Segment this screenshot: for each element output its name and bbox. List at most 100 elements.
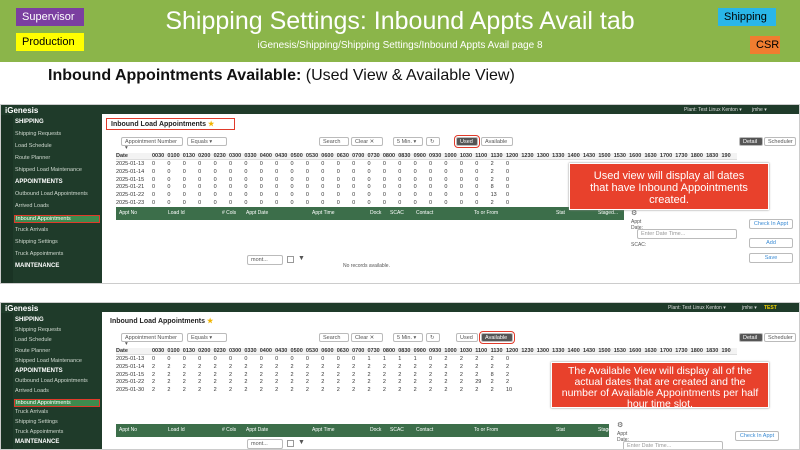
- sidebar-item-outbound-load-appointments[interactable]: Outbound Load Appointments: [15, 378, 88, 384]
- used-button[interactable]: Used: [456, 333, 478, 342]
- sidebar-item-shipped-load-maintenance[interactable]: Shipped Load Maintenance: [15, 167, 82, 173]
- check-in-appt-button[interactable]: Check In Appt: [735, 431, 779, 441]
- sidebar-item-truck-appointments[interactable]: Truck Appointments: [15, 429, 63, 435]
- list-col-appt-date[interactable]: Appt Date: [246, 210, 268, 216]
- month-filter-input[interactable]: mont...: [247, 439, 283, 449]
- list-col-appt-no[interactable]: Appt No: [119, 210, 137, 216]
- list-col-stat[interactable]: Stat: [556, 427, 565, 433]
- grid-row[interactable]: 2025-01-22 0 0 0 0 0 0 0 0 0 0 0 0 0 0 0 0 0 0 0 0 0 0 13 0: [116, 192, 521, 198]
- search-button[interactable]: Search: [319, 333, 349, 342]
- sidebar-item-truck-arrivals[interactable]: Truck Arrivals: [15, 227, 48, 233]
- user-menu[interactable]: jmhe ▾: [742, 305, 757, 311]
- user-menu[interactable]: jmhe ▾: [752, 107, 767, 113]
- sidebar-item-inbound-appointments[interactable]: Inbound Appointments: [14, 398, 100, 407]
- sidebar-item-shipping-settings[interactable]: Shipping Settings: [15, 419, 58, 425]
- list-col-staged-[interactable]: Staged...: [598, 427, 618, 433]
- available-button[interactable]: Available: [479, 331, 515, 344]
- search-button[interactable]: Search: [319, 137, 349, 146]
- list-col-contact[interactable]: Contact: [416, 210, 433, 216]
- sidebar-item-appointments[interactable]: APPOINTMENTS: [15, 179, 63, 185]
- grid-row[interactable]: 2025-01-30 2 2 2 2 2 2 2 2 2 2 2 2 2 2 2 2 2 2 2 2 2 2 2 10: [116, 387, 521, 393]
- used-button[interactable]: Used: [454, 135, 480, 148]
- field-button[interactable]: Appointment Number ▾: [121, 333, 183, 347]
- sidebar-item-load-schedule[interactable]: Load Schedule: [15, 143, 52, 149]
- grid-row[interactable]: 2025-01-15 2 2 2 2 2 2 2 2 2 2 2 2 2 2 2 2 2 2 2 2 2 2 8 2: [116, 372, 521, 378]
- op-button[interactable]: Equals ▾: [187, 333, 227, 342]
- grid-row[interactable]: 2025-01-21 0 0 0 0 0 0 0 0 0 0 0 0 0 0 0 0 0 0 0 0 0 0 8 0: [116, 184, 521, 190]
- scheduler-button[interactable]: Scheduler: [764, 333, 796, 342]
- calendar-icon[interactable]: [287, 440, 294, 447]
- sidebar-item-shipping[interactable]: SHIPPING: [15, 119, 44, 125]
- sidebar-item-shipping[interactable]: SHIPPING: [15, 317, 44, 323]
- gear-icon[interactable]: ⚙: [631, 209, 637, 217]
- sidebar-item-appointments[interactable]: APPOINTMENTS: [15, 368, 63, 374]
- grid-row[interactable]: 2025-01-13 0 0 0 0 0 0 0 0 0 0 0 0 0 0 0 0 0 0 0 0 0 0 2 0: [116, 161, 521, 167]
- op-button[interactable]: Equals ▾: [187, 137, 227, 146]
- plant-selector[interactable]: Plant: Test Linux Kenton ▾: [668, 305, 726, 311]
- filter-icon[interactable]: ▼: [298, 255, 305, 262]
- filter-icon[interactable]: ▼: [298, 439, 305, 446]
- list-col-contact[interactable]: Contact: [416, 427, 433, 433]
- sidebar-item-route-planner[interactable]: Route Planner: [15, 155, 50, 161]
- refresh-button[interactable]: ↻: [426, 333, 440, 342]
- grid-row[interactable]: 2025-01-15 0 0 0 0 0 0 0 0 0 0 0 0 0 0 0 0 0 0 0 0 0 0 2 0: [116, 177, 521, 183]
- list-col-dock[interactable]: Dock: [370, 210, 381, 216]
- list-col-appt-time[interactable]: Appt Time: [312, 210, 335, 216]
- scheduler-button[interactable]: Scheduler: [764, 137, 796, 146]
- list-col--cols[interactable]: # Cols: [222, 210, 236, 216]
- grid-row[interactable]: 2025-01-14 2 2 2 2 2 2 2 2 2 2 2 2 2 2 2 2 2 2 2 2 2 2 2 2: [116, 364, 521, 370]
- sidebar-item-arrived-loads[interactable]: Arrived Loads: [15, 203, 49, 209]
- month-filter-input[interactable]: mont...: [247, 255, 283, 265]
- detail-button[interactable]: Detail: [739, 137, 763, 146]
- sidebar-item-shipping-requests[interactable]: Shipping Requests: [15, 131, 61, 137]
- star-icon[interactable]: ★: [207, 318, 213, 325]
- refresh-button[interactable]: ↻: [426, 137, 440, 146]
- plant-selector[interactable]: Plant: Test Linux Kenton ▾: [684, 107, 742, 113]
- sidebar-item-maintenance[interactable]: MAINTENANCE: [15, 439, 59, 445]
- list-col-scac[interactable]: SCAC: [390, 210, 404, 216]
- add-button[interactable]: Add: [749, 238, 793, 248]
- sidebar-item-arrived-loads[interactable]: Arrived Loads: [15, 388, 49, 394]
- field-button[interactable]: Appointment Number ▾: [121, 137, 183, 151]
- detail-button[interactable]: Detail: [739, 333, 763, 342]
- sidebar-item-route-planner[interactable]: Route Planner: [15, 348, 50, 354]
- list-col-appt-date[interactable]: Appt Date: [246, 427, 268, 433]
- sidebar-item-load-schedule[interactable]: Load Schedule: [15, 337, 52, 343]
- sidebar-item-inbound-appointments[interactable]: Inbound Appointments: [14, 215, 100, 223]
- check-in-appt-button[interactable]: Check In Appt: [749, 219, 793, 229]
- list-col-to-or-from[interactable]: To or From: [474, 210, 498, 216]
- sidebar-item-shipped-load-maintenance[interactable]: Shipped Load Maintenance: [15, 358, 82, 364]
- clear-button[interactable]: Clear ✕: [351, 333, 383, 342]
- appt-date-input[interactable]: Enter Date Time...: [623, 441, 723, 449]
- list-col-appt-no[interactable]: Appt No: [119, 427, 137, 433]
- grid-row[interactable]: 2025-01-13 0 0 0 0 0 0 0 0 0 0 0 0 0 0 1 1 1 1 0 2 2 2 2 0: [116, 356, 521, 362]
- sidebar-item-shipping-requests[interactable]: Shipping Requests: [15, 327, 61, 333]
- tab-inbound-load-appointments[interactable]: Inbound Load Appointments ★: [106, 316, 217, 326]
- gear-icon[interactable]: ⚙: [617, 421, 623, 429]
- list-col-appt-time[interactable]: Appt Time: [312, 427, 335, 433]
- list-col-to-or-from[interactable]: To or From: [474, 427, 498, 433]
- star-icon[interactable]: ★: [208, 121, 214, 128]
- list-col--cols[interactable]: # Cols: [222, 427, 236, 433]
- interval-button[interactable]: 5 Min. ▾: [393, 137, 423, 146]
- grid-row[interactable]: 2025-01-22 2 2 2 2 2 2 2 2 2 2 2 2 2 2 2 2 2 2 2 2 2 29 2 2: [116, 379, 521, 385]
- list-col-load-id[interactable]: Load Id: [168, 427, 185, 433]
- interval-button[interactable]: 5 Min. ▾: [393, 333, 423, 342]
- appt-date-input[interactable]: Enter Date Time...: [637, 229, 737, 239]
- available-button[interactable]: Available: [481, 137, 513, 146]
- calendar-icon[interactable]: [287, 256, 294, 263]
- list-col-staged-[interactable]: Staged...: [598, 210, 618, 216]
- sidebar-item-truck-arrivals[interactable]: Truck Arrivals: [15, 409, 48, 415]
- list-col-load-id[interactable]: Load Id: [168, 210, 185, 216]
- sidebar-item-maintenance[interactable]: MAINTENANCE: [15, 263, 59, 269]
- save-button[interactable]: Save: [749, 253, 793, 263]
- grid-row[interactable]: 2025-01-14 0 0 0 0 0 0 0 0 0 0 0 0 0 0 0 0 0 0 0 0 0 0 2 0: [116, 169, 521, 175]
- list-col-scac[interactable]: SCAC: [390, 427, 404, 433]
- list-col-dock[interactable]: Dock: [370, 427, 381, 433]
- sidebar-item-outbound-load-appointments[interactable]: Outbound Load Appointments: [15, 191, 88, 197]
- sidebar-item-truck-appointments[interactable]: Truck Appointments: [15, 251, 63, 257]
- tab-inbound-load-appointments[interactable]: Inbound Load Appointments ★: [106, 118, 236, 130]
- grid-row[interactable]: 2025-01-23 0 0 0 0 0 0 0 0 0 0 0 0 0 0 0 0 0 0 0 0 0 0 2 0: [116, 200, 521, 206]
- sidebar-item-shipping-settings[interactable]: Shipping Settings: [15, 239, 58, 245]
- clear-button[interactable]: Clear ✕: [351, 137, 383, 146]
